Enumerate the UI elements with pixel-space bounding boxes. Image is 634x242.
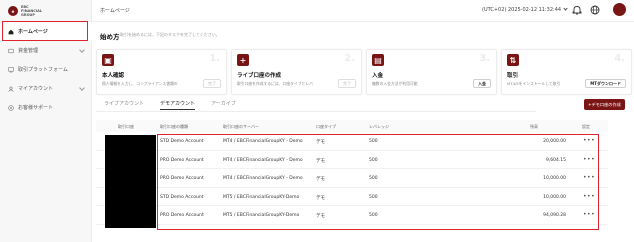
highlight-home xyxy=(2,21,88,41)
top-header: ホームページ (UTC+02) 2025-02-12 11:32:44 xyxy=(92,0,634,22)
deposit-icon: ▤ xyxy=(372,54,384,66)
getting-started-subtitle: 取引を始めるには、下記のタスクを完了してください。 xyxy=(120,32,220,37)
tab-live-account[interactable]: ライブアカウント xyxy=(104,100,144,110)
sidebar-item-platform[interactable]: 取引プラットフォーム xyxy=(0,60,92,79)
col-header-balance: 残高 xyxy=(530,124,538,129)
col-header-account: 取引口座 xyxy=(118,124,134,129)
task-complete-button[interactable]: 完了 xyxy=(338,79,356,88)
sidebar-item-funds[interactable]: 資金管理 xyxy=(0,41,92,60)
wallet-icon xyxy=(8,48,14,53)
globe-icon[interactable] xyxy=(590,5,600,15)
task-card-deposit: 3. ▤ 入金 複数の入金方法が利用可能 入金 xyxy=(366,49,497,95)
tab-divider xyxy=(96,111,536,112)
task-desc: 取引口座を作成するには、口座タイプとレバ xyxy=(237,81,313,86)
task-desc: 複数の入金方法が利用可能 xyxy=(372,81,418,86)
logo-text: EBC FINANCIAL GROUP xyxy=(21,5,43,17)
col-header-settings: 設定 xyxy=(582,124,590,129)
task-card-trade: 4. ⇅ 取引 MT4/5をインストールして取引 MTダウンロード xyxy=(501,49,632,95)
platform-icon xyxy=(8,66,14,72)
highlight-accounts xyxy=(157,134,599,230)
chevron-down-icon xyxy=(563,6,568,11)
plus-icon: + xyxy=(237,54,249,66)
datetime-text: (UTC+02) 2025-02-12 11:32:44 xyxy=(482,7,562,13)
table-header: 取引口座 取引口座の種類 取引口座のサーバー 口座タイプ レバレッジ 残高 設定 xyxy=(96,120,608,132)
mt-download-button[interactable]: MTダウンロード xyxy=(585,79,626,88)
redacted-account-numbers xyxy=(105,135,156,228)
col-header-type: 取引口座の種類 xyxy=(160,124,188,129)
brand-logo[interactable]: e EBC FINANCIAL GROUP xyxy=(8,5,42,17)
task-desc: MT4/5をインストールして取引 xyxy=(507,81,561,86)
support-icon xyxy=(8,104,14,111)
task-title: 入金 xyxy=(372,73,384,79)
task-number: 2. xyxy=(344,53,355,64)
task-cards: 1. ▣ 本人確認 個人情報を入力し、コンプライアンス書類の 完了 2. + ラ… xyxy=(96,49,632,95)
sidebar-item-label: お客様サポート xyxy=(18,105,54,111)
getting-started-title: 始め方 xyxy=(100,33,120,41)
task-title: 取引 xyxy=(507,73,519,79)
sidebar-item-my-account[interactable]: マイアカウント xyxy=(0,79,92,98)
avatar[interactable] xyxy=(613,3,626,16)
trade-icon: ⇅ xyxy=(507,54,519,66)
col-header-leverage: レバレッジ xyxy=(369,124,389,129)
task-desc: 個人情報を入力し、コンプライアンス書類の xyxy=(102,81,178,86)
user-icon xyxy=(8,86,14,92)
sidebar-item-label: マイアカウント xyxy=(18,86,54,92)
task-complete-button[interactable]: 完了 xyxy=(203,79,221,88)
sidebar-item-label: 取引プラットフォーム xyxy=(18,67,68,73)
sidebar-item-label: 資金管理 xyxy=(18,48,39,54)
col-header-kind: 口座タイプ xyxy=(316,124,336,129)
breadcrumb: ホームページ xyxy=(100,8,130,14)
create-demo-account-button[interactable]: +デモ口座の作成 xyxy=(584,99,625,110)
sidebar-item-support[interactable]: お客様サポート xyxy=(0,98,92,117)
task-card-verification: 1. ▣ 本人確認 個人情報を入力し、コンプライアンス書類の 完了 xyxy=(96,49,227,95)
chevron-down-icon xyxy=(79,47,85,53)
bell-icon[interactable] xyxy=(572,5,582,15)
datetime-selector[interactable]: (UTC+02) 2025-02-12 11:32:44 xyxy=(482,6,568,13)
task-number: 3. xyxy=(479,53,490,64)
task-number: 4. xyxy=(614,53,625,64)
task-title: 本人確認 xyxy=(102,73,125,79)
tab-demo-account[interactable]: デモアカウント xyxy=(160,100,196,110)
task-number: 1. xyxy=(209,53,220,64)
col-header-server: 取引口座のサーバー xyxy=(223,124,259,129)
logo-mark: e xyxy=(8,6,18,16)
id-icon: ▣ xyxy=(102,54,114,66)
chevron-down-icon xyxy=(79,85,85,91)
account-tabs: ライブアカウント デモアカウント アーカイブ xyxy=(104,100,236,110)
tab-archive[interactable]: アーカイブ xyxy=(211,100,236,110)
task-title: ライブ口座の作成 xyxy=(237,73,282,79)
task-card-live-account: 2. + ライブ口座の作成 取引口座を作成するには、口座タイプとレバ 完了 xyxy=(231,49,362,95)
deposit-button[interactable]: 入金 xyxy=(473,79,491,88)
